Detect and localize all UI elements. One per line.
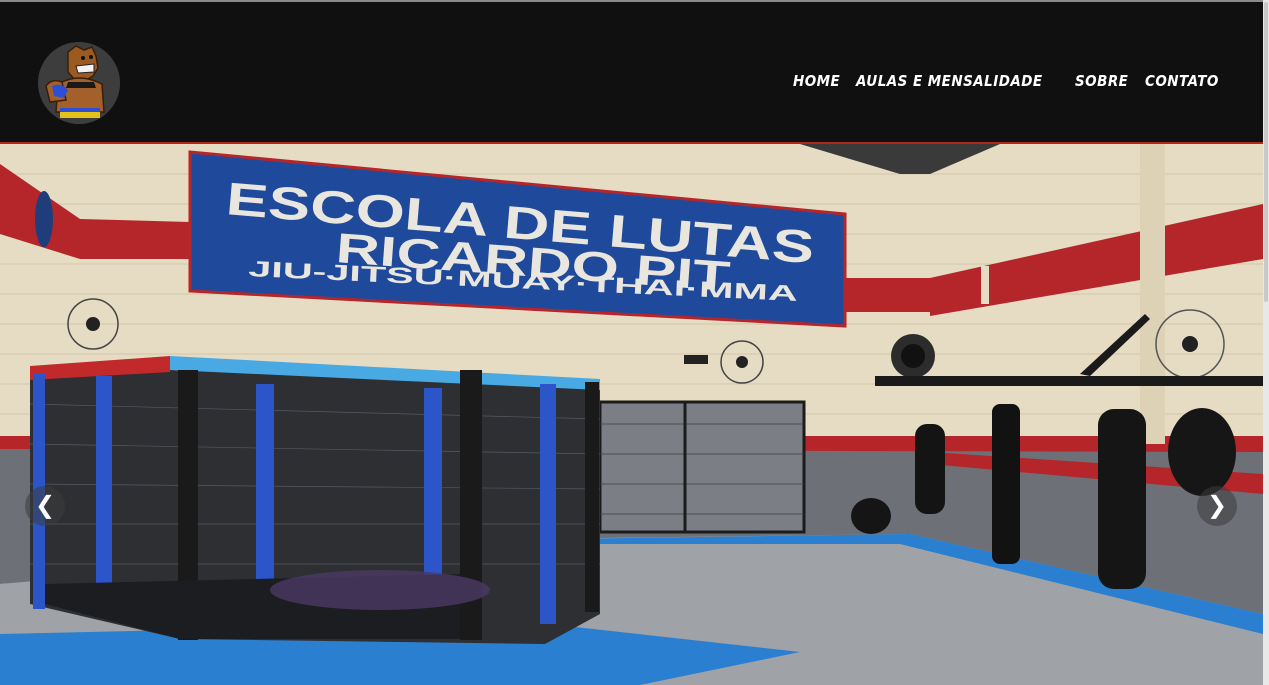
chevron-right-icon: ❯ xyxy=(1206,491,1228,519)
carousel-next-button[interactable]: ❯ xyxy=(1197,486,1237,526)
bulldog-logo-icon[interactable] xyxy=(38,42,120,124)
page-scrollbar[interactable] xyxy=(1263,0,1269,685)
chevron-left-icon: ❮ xyxy=(34,491,56,519)
hero-carousel: ESCOLA DE LUTAS RICARDO PIT JIU-JITSU·MU… xyxy=(0,144,1263,685)
carousel-prev-button[interactable]: ❮ xyxy=(25,486,65,526)
main-nav: HOME AULAS E MENSALIDADE SOBRE CONTATO xyxy=(793,72,1227,90)
gym-photo: ESCOLA DE LUTAS RICARDO PIT JIU-JITSU·MU… xyxy=(0,144,1263,685)
nav-home[interactable]: HOME xyxy=(793,72,840,90)
scrollbar-thumb[interactable] xyxy=(1264,2,1268,302)
nav-contato[interactable]: CONTATO xyxy=(1145,72,1219,90)
nav-sobre[interactable]: SOBRE xyxy=(1075,72,1128,90)
site-header: HOME AULAS E MENSALIDADE SOBRE CONTATO xyxy=(0,2,1263,144)
nav-aulas-e-mensalidade[interactable]: AULAS E MENSALIDADE xyxy=(856,72,1043,90)
